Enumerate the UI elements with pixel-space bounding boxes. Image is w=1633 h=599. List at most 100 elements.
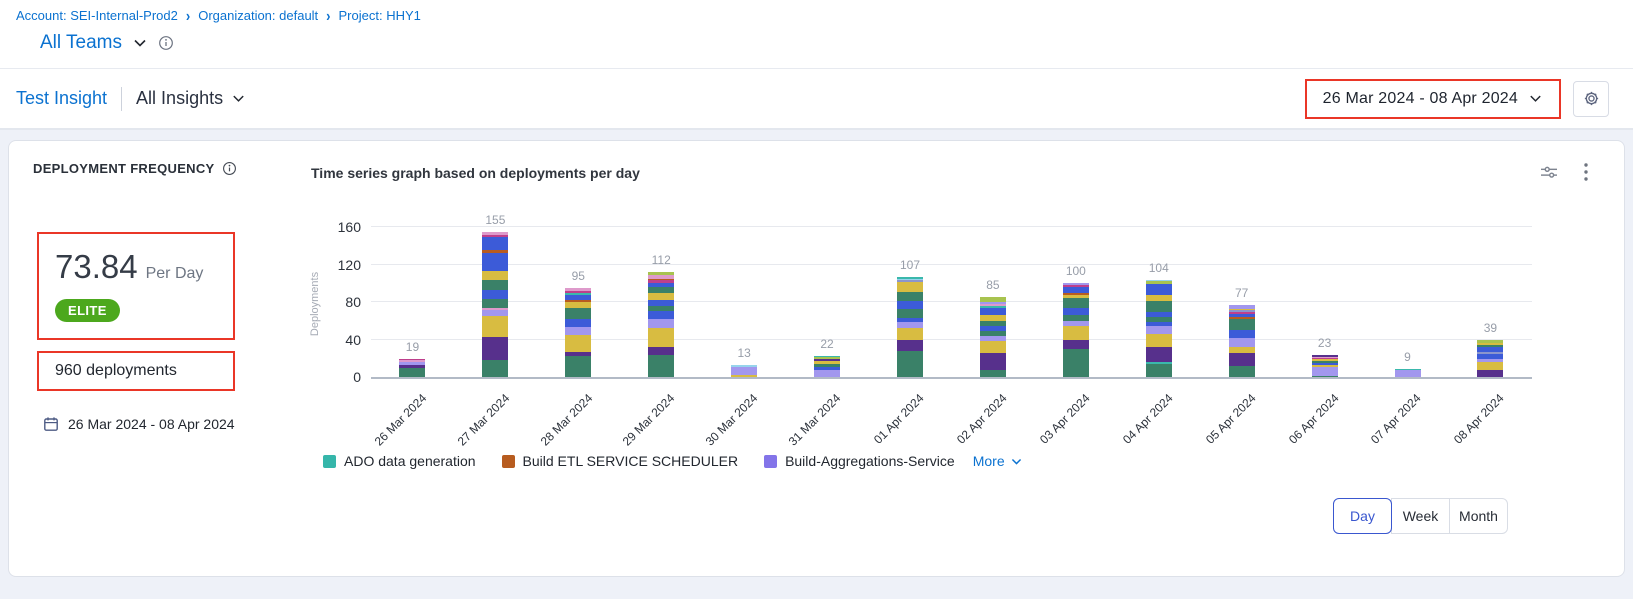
bar-segment bbox=[565, 308, 591, 319]
bar-segment bbox=[897, 309, 923, 318]
stacked-bar-06 Apr 2024[interactable] bbox=[1312, 355, 1338, 377]
bar-segment bbox=[399, 368, 425, 377]
gridline bbox=[371, 226, 1532, 227]
breadcrumb-link[interactable]: Account: SEI-Internal-Prod2 bbox=[16, 8, 178, 23]
bar-segment bbox=[1229, 338, 1255, 347]
legend-item[interactable]: ADO data generation bbox=[323, 453, 476, 469]
legend-label: Build ETL SERVICE SCHEDULER bbox=[523, 453, 739, 469]
team-selector[interactable]: All Teams bbox=[40, 32, 122, 54]
bar-segment bbox=[1146, 301, 1172, 312]
breadcrumb-link[interactable]: Project: HHY1 bbox=[339, 8, 421, 23]
chevron-down-icon[interactable] bbox=[132, 35, 148, 51]
chevron-down-icon[interactable] bbox=[1528, 91, 1543, 106]
bar-segment bbox=[482, 299, 508, 307]
info-icon[interactable] bbox=[158, 35, 174, 51]
bar-segment bbox=[1063, 349, 1089, 377]
x-axis-tick: 31 Mar 2024 bbox=[786, 391, 844, 449]
bars-container: 19155951121322107851001047723939 bbox=[371, 229, 1532, 377]
bar-segment bbox=[980, 341, 1006, 352]
bar-segment bbox=[731, 367, 757, 375]
sliders-icon bbox=[1540, 164, 1558, 180]
bar-segment bbox=[482, 253, 508, 271]
bar-cell: 100 bbox=[1034, 229, 1117, 377]
annotation-box-total: 960 deployments bbox=[37, 351, 235, 391]
bar-segment bbox=[1477, 370, 1503, 377]
info-icon[interactable] bbox=[222, 161, 237, 176]
bar-segment bbox=[482, 271, 508, 280]
bar-cell: 77 bbox=[1200, 229, 1283, 377]
bar-segment bbox=[980, 370, 1006, 378]
stacked-bar-07 Apr 2024[interactable] bbox=[1395, 369, 1421, 378]
stacked-bar-31 Mar 2024[interactable] bbox=[814, 356, 840, 377]
x-axis-tick: 27 Mar 2024 bbox=[454, 391, 512, 449]
stacked-bar-04 Apr 2024[interactable] bbox=[1146, 280, 1172, 378]
stacked-bar-26 Mar 2024[interactable] bbox=[399, 359, 425, 377]
bar-segment bbox=[1146, 347, 1172, 362]
bar-segment bbox=[482, 360, 508, 377]
bar-segment bbox=[1146, 284, 1172, 295]
stacked-bar-30 Mar 2024[interactable] bbox=[731, 365, 757, 377]
granularity-month-button[interactable]: Month bbox=[1449, 498, 1508, 534]
x-axis-tick: 06 Apr 2024 bbox=[1285, 391, 1341, 447]
main-content: DEPLOYMENT FREQUENCY 73.84 Per Day ELITE… bbox=[0, 130, 1633, 599]
legend-more-link[interactable]: More bbox=[973, 453, 1023, 469]
gear-icon bbox=[1583, 90, 1600, 107]
legend-item[interactable]: Build-Aggregations-Service bbox=[764, 453, 955, 469]
stacked-bar-08 Apr 2024[interactable] bbox=[1477, 340, 1503, 377]
bar-cell: 112 bbox=[620, 229, 703, 377]
widget-title: DEPLOYMENT FREQUENCY bbox=[33, 161, 215, 176]
stacked-bar-28 Mar 2024[interactable] bbox=[565, 288, 591, 377]
bar-segment bbox=[1229, 366, 1255, 377]
settings-button[interactable] bbox=[1573, 81, 1609, 117]
stacked-bar-27 Mar 2024[interactable] bbox=[482, 232, 508, 377]
x-tick-cell: 27 Mar 2024 bbox=[454, 379, 537, 451]
x-axis-tick: 04 Apr 2024 bbox=[1120, 391, 1176, 447]
bar-segment bbox=[1312, 376, 1338, 377]
y-axis-tick: 40 bbox=[321, 332, 361, 348]
breadcrumb-link[interactable]: Organization: default bbox=[198, 8, 318, 23]
insight-scope-label: All Insights bbox=[136, 88, 223, 109]
stacked-bar-05 Apr 2024[interactable] bbox=[1229, 305, 1255, 377]
annotation-box-stat: 73.84 Per Day ELITE bbox=[37, 232, 235, 340]
stacked-bar-01 Apr 2024[interactable] bbox=[897, 277, 923, 377]
bar-segment bbox=[648, 328, 674, 347]
bar-cell: 95 bbox=[537, 229, 620, 377]
x-tick-cell: 26 Mar 2024 bbox=[371, 379, 454, 451]
x-tick-cell: 05 Apr 2024 bbox=[1200, 379, 1283, 451]
bar-segment bbox=[980, 308, 1006, 316]
x-tick-cell: 31 Mar 2024 bbox=[786, 379, 869, 451]
bar-cell: 85 bbox=[951, 229, 1034, 377]
annotation-box-daterange: 26 Mar 2024 - 08 Apr 2024 bbox=[1305, 79, 1561, 119]
insight-scope-dropdown[interactable]: All Insights bbox=[136, 88, 246, 109]
bar-segment bbox=[648, 319, 674, 328]
page-header: Account: SEI-Internal-Prod2›Organization… bbox=[0, 0, 1633, 69]
deployment-rate-unit: Per Day bbox=[146, 265, 204, 283]
insight-name-link[interactable]: Test Insight bbox=[16, 88, 107, 109]
legend-swatch bbox=[764, 455, 777, 468]
granularity-week-button[interactable]: Week bbox=[1391, 498, 1450, 534]
x-tick-cell: 30 Mar 2024 bbox=[703, 379, 786, 451]
y-axis-tick: 120 bbox=[321, 257, 361, 273]
bar-cell: 39 bbox=[1449, 229, 1532, 377]
filter-settings-button[interactable] bbox=[1538, 162, 1560, 182]
bar-segment bbox=[897, 328, 923, 339]
granularity-day-button[interactable]: Day bbox=[1333, 498, 1392, 534]
stacked-bar-03 Apr 2024[interactable] bbox=[1063, 283, 1089, 377]
more-label: More bbox=[973, 453, 1005, 469]
bar-segment bbox=[1063, 308, 1089, 316]
bar-segment bbox=[814, 370, 840, 378]
widget-menu-button[interactable] bbox=[1582, 161, 1590, 183]
stacked-bar-02 Apr 2024[interactable] bbox=[980, 297, 1006, 377]
date-range-selector[interactable]: 26 Mar 2024 - 08 Apr 2024 bbox=[1323, 90, 1518, 108]
bar-cell: 22 bbox=[786, 229, 869, 377]
bar-chart: 0408012016019155951121322107851001047723… bbox=[371, 229, 1532, 379]
stacked-bar-29 Mar 2024[interactable] bbox=[648, 272, 674, 377]
x-axis-tick: 29 Mar 2024 bbox=[620, 391, 678, 449]
deployment-frequency-widget: DEPLOYMENT FREQUENCY 73.84 Per Day ELITE… bbox=[8, 140, 1625, 577]
bar-cell: 155 bbox=[454, 229, 537, 377]
bar-segment bbox=[897, 340, 923, 351]
x-axis-tick: 07 Apr 2024 bbox=[1368, 391, 1424, 447]
legend-item[interactable]: Build ETL SERVICE SCHEDULER bbox=[502, 453, 739, 469]
bar-segment bbox=[482, 290, 508, 299]
x-axis-tick: 03 Apr 2024 bbox=[1037, 391, 1093, 447]
